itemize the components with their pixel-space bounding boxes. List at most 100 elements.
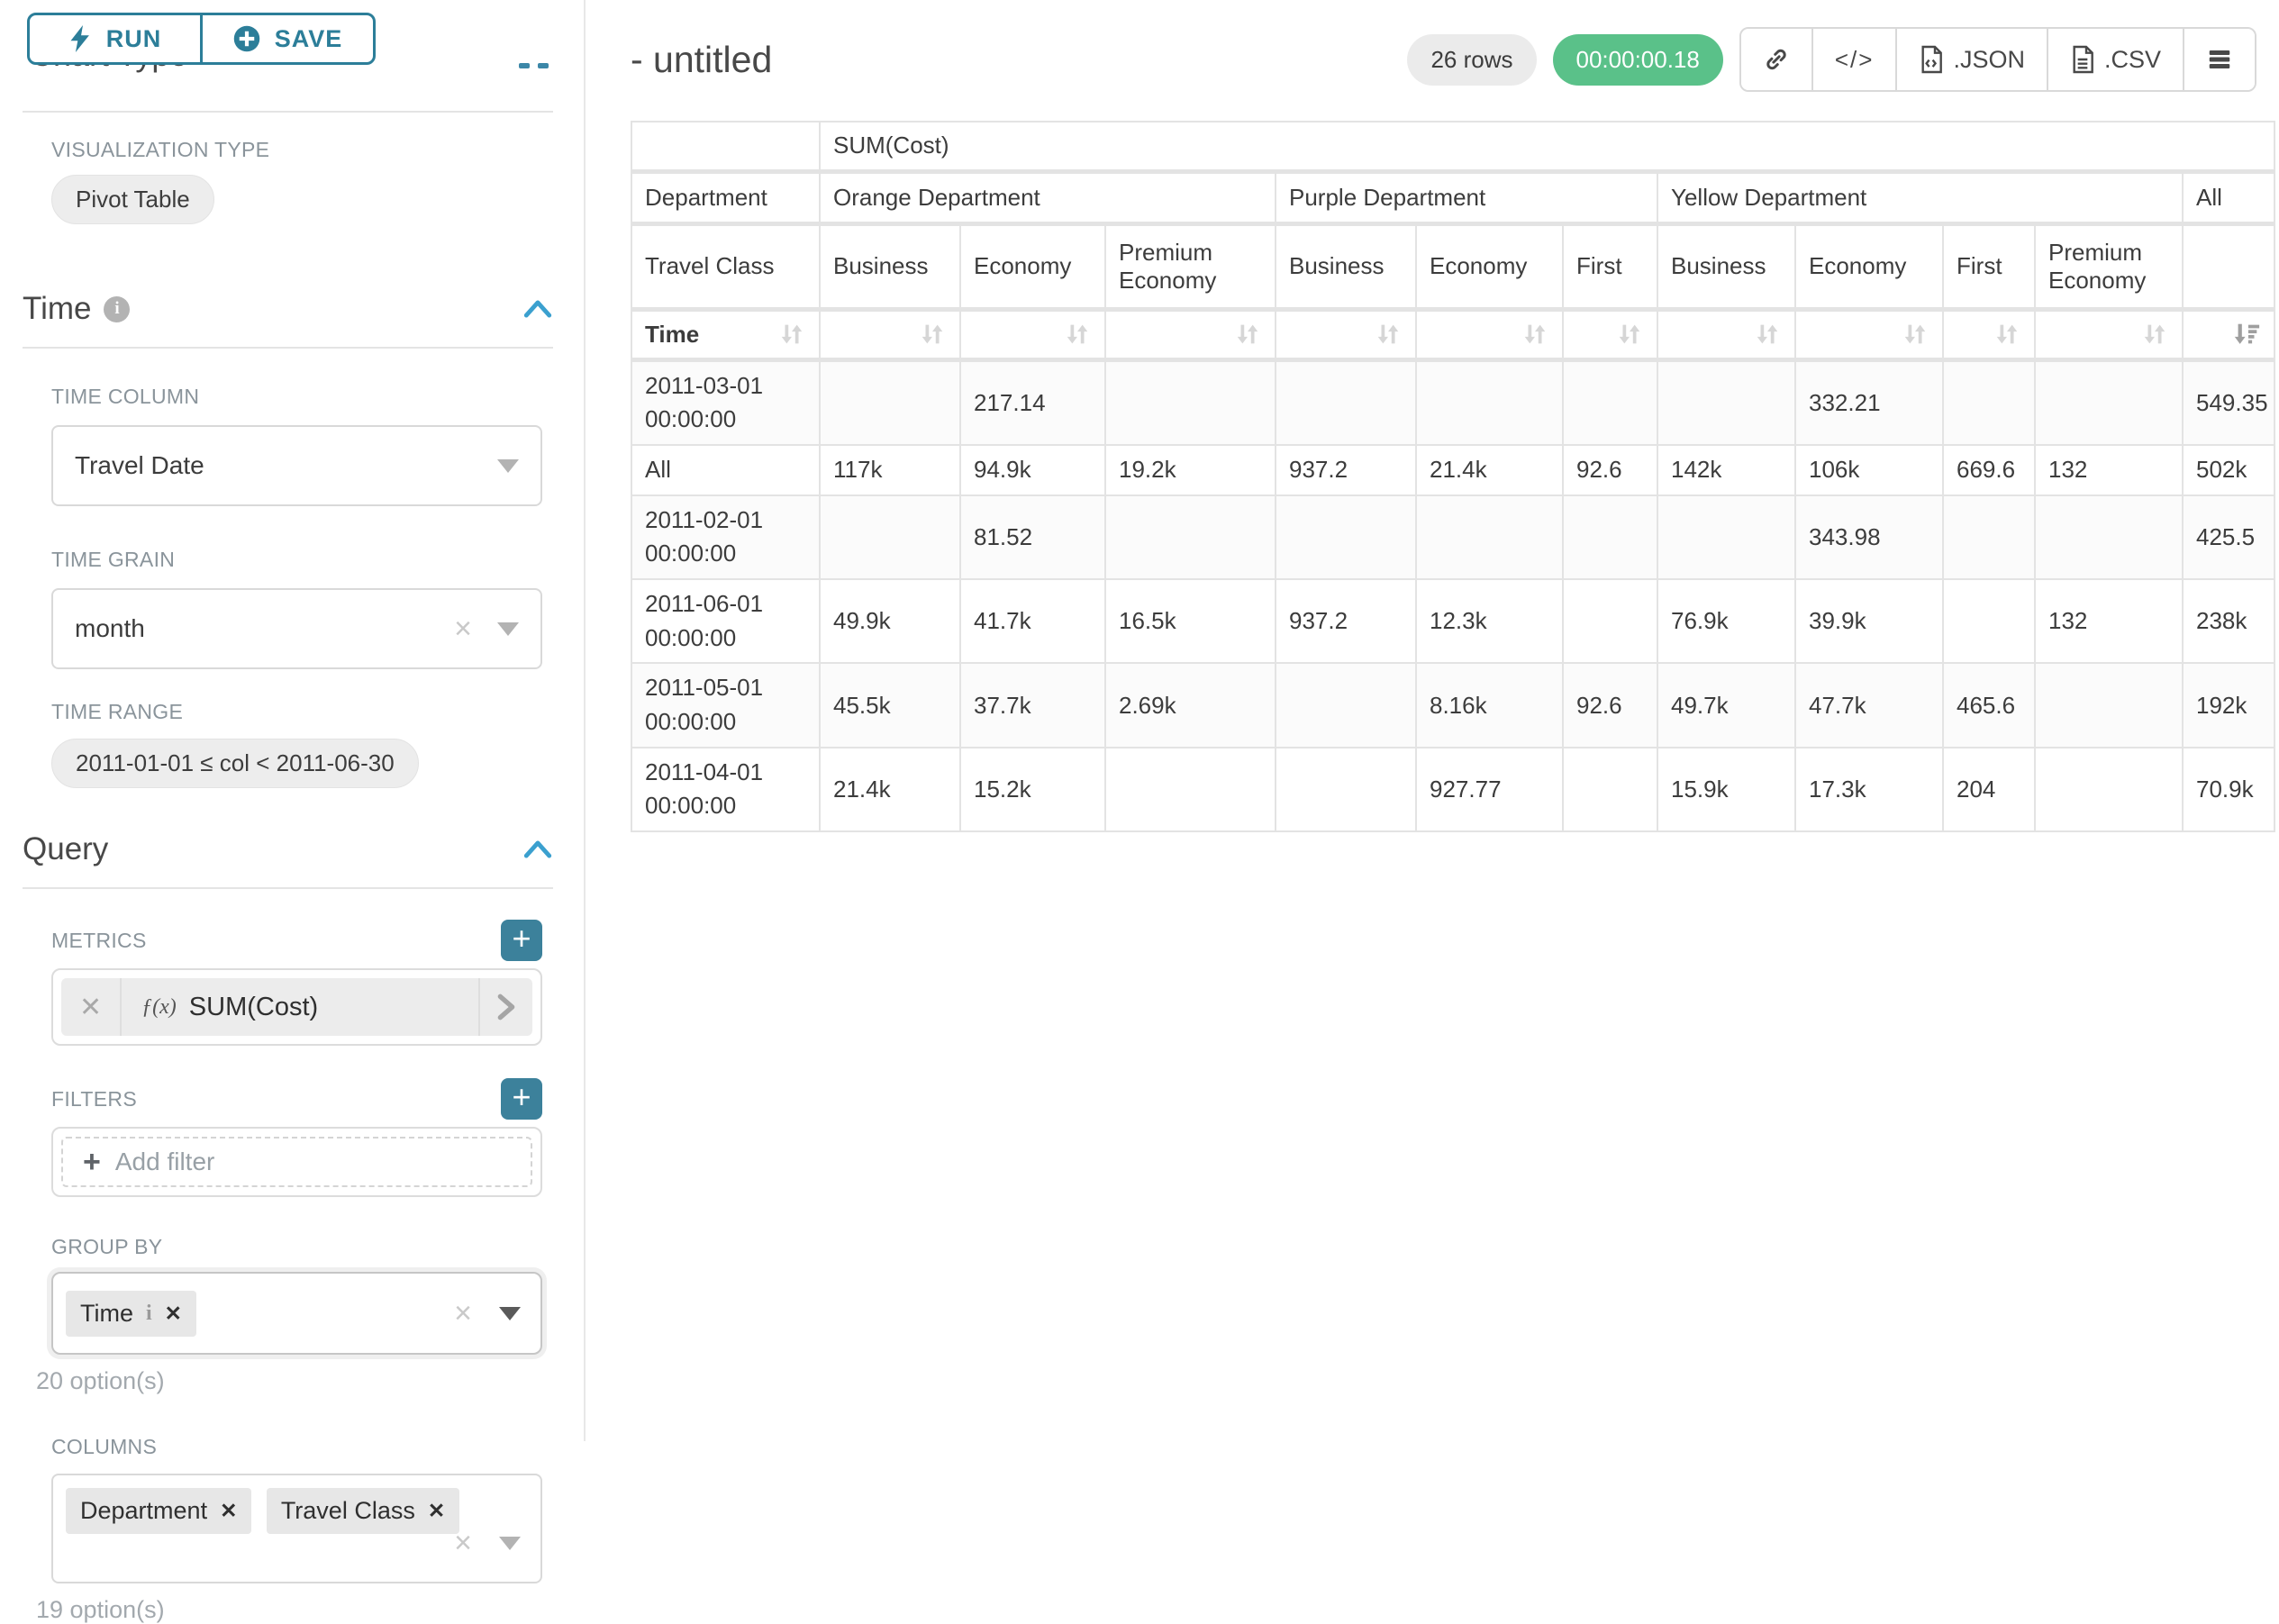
class-header: First (1563, 223, 1657, 309)
sort-column[interactable] (1795, 309, 1943, 359)
caret-down-icon[interactable] (497, 459, 519, 473)
pivot-cell: 332.21 (1795, 359, 1943, 445)
caret-down-icon[interactable] (497, 622, 519, 636)
row-label: 2011-06-0100:00:00 (631, 579, 820, 663)
pivot-cell: 21.4k (1416, 445, 1563, 495)
sort-column[interactable] (1416, 309, 1563, 359)
pivot-cell (820, 495, 960, 579)
divider (23, 887, 553, 889)
add-filter-plus-button[interactable]: + (501, 1078, 542, 1120)
columns-label: COLUMNS (51, 1435, 542, 1459)
sort-icon[interactable] (918, 320, 947, 349)
sort-column[interactable] (1657, 309, 1795, 359)
sort-icon[interactable] (777, 320, 806, 349)
pivot-cell: 937.2 (1276, 579, 1416, 663)
time-column-select[interactable]: Travel Date (51, 425, 542, 506)
clear-icon[interactable]: × (454, 1298, 472, 1329)
sort-icon[interactable] (1374, 320, 1403, 349)
file-csv-icon (2070, 45, 2095, 74)
share-link-button[interactable] (1741, 29, 1811, 90)
table-row: 2011-03-0100:00:00 217.14 332.21 549.35 (631, 359, 2274, 445)
sort-icon[interactable] (1233, 320, 1262, 349)
pivot-cell: 49.7k (1657, 663, 1795, 747)
divider (23, 111, 553, 113)
run-save-button-group: RUN SAVE (27, 13, 376, 65)
more-options-button[interactable] (2183, 29, 2255, 90)
class-header (2183, 223, 2274, 309)
chevron-up-icon[interactable] (522, 839, 553, 860)
sort-icon[interactable] (2140, 320, 2169, 349)
save-button[interactable]: SAVE (200, 13, 376, 65)
info-icon[interactable]: i (104, 296, 130, 322)
pivot-cell: 142k (1657, 445, 1795, 495)
sort-column[interactable] (2035, 309, 2183, 359)
sort-column[interactable] (1563, 309, 1657, 359)
row-label: 2011-02-0100:00:00 (631, 495, 820, 579)
run-button[interactable]: RUN (27, 13, 203, 65)
caret-down-icon[interactable] (499, 1537, 521, 1550)
clear-icon[interactable]: × (454, 1528, 472, 1558)
run-button-label: RUN (106, 25, 162, 53)
columns-select[interactable]: Department ✕ Travel Class ✕ × (51, 1474, 542, 1583)
add-filter-button[interactable]: + Add filter (61, 1137, 532, 1187)
sort-icon[interactable] (1615, 320, 1644, 349)
divider (23, 347, 553, 349)
remove-tag-icon[interactable]: ✕ (165, 1302, 182, 1326)
sort-icon[interactable] (1753, 320, 1782, 349)
time-sort-header[interactable]: Time (631, 309, 820, 359)
export-csv-label: .CSV (2104, 46, 2161, 74)
remove-metric-icon[interactable]: ✕ (61, 978, 122, 1036)
time-range-pill[interactable]: 2011-01-01 ≤ col < 2011-06-30 (51, 739, 419, 788)
table-row: 2011-05-0100:00:00 45.5k 37.7k 2.69k 8.1… (631, 663, 2274, 747)
export-button-group: </> .JSON .CSV (1739, 27, 2256, 92)
sort-column[interactable] (1276, 309, 1416, 359)
pivot-cell: 927.77 (1416, 748, 1563, 831)
sort-column[interactable] (960, 309, 1105, 359)
class-header: First (1943, 223, 2035, 309)
sort-column[interactable] (1105, 309, 1276, 359)
pivot-cell: 39.9k (1795, 579, 1943, 663)
pivot-cell: 132 (2035, 445, 2183, 495)
pivot-table-container: SUM(Cost) Department Orange Department P… (631, 121, 2256, 832)
time-grain-value: month (75, 614, 145, 643)
pivot-cell: 12.3k (1416, 579, 1563, 663)
lightning-icon (68, 25, 92, 52)
sort-column[interactable] (1943, 309, 2035, 359)
clear-icon[interactable]: × (454, 613, 472, 644)
pivot-cell (1943, 495, 2035, 579)
remove-tag-icon[interactable]: ✕ (428, 1499, 445, 1523)
metric-pill[interactable]: ✕ ƒ(x) SUM(Cost) (61, 978, 532, 1036)
sort-column-active[interactable] (2183, 309, 2274, 359)
visualization-type-pill[interactable]: Pivot Table (51, 175, 214, 224)
add-metric-button[interactable]: + (501, 920, 542, 961)
pivot-cell (820, 359, 960, 445)
pivot-cell (1276, 495, 1416, 579)
info-icon[interactable]: i (146, 1302, 152, 1326)
chevron-up-icon[interactable] (522, 298, 553, 320)
table-row: 2011-04-0100:00:00 21.4k 15.2k 927.77 15… (631, 748, 2274, 831)
control-panel-sidebar: Chart Type RUN SAVE VISUALIZATION TYPE P… (0, 0, 586, 1441)
columns-tag-travel-class: Travel Class ✕ (267, 1488, 459, 1534)
sort-icon[interactable] (1993, 320, 2021, 349)
pivot-table: SUM(Cost) Department Orange Department P… (631, 121, 2275, 832)
sort-icon[interactable] (1901, 320, 1929, 349)
sort-icon[interactable] (1063, 320, 1092, 349)
time-grain-select[interactable]: month × (51, 588, 542, 669)
chevron-right-icon[interactable] (478, 978, 532, 1036)
pivot-cell: 94.9k (960, 445, 1105, 495)
export-json-button[interactable]: .JSON (1895, 29, 2047, 90)
sort-descending-icon[interactable] (2232, 320, 2261, 349)
chart-title[interactable]: - untitled (631, 39, 772, 81)
group-by-select[interactable]: Time i ✕ × (51, 1272, 542, 1355)
class-header: Business (820, 223, 960, 309)
sort-column[interactable] (820, 309, 960, 359)
pivot-cell: 92.6 (1563, 663, 1657, 747)
sort-icon[interactable] (1521, 320, 1549, 349)
remove-tag-icon[interactable]: ✕ (220, 1499, 237, 1523)
export-csv-button[interactable]: .CSV (2047, 29, 2183, 90)
time-section-header: Time i (23, 291, 553, 327)
save-button-label: SAVE (275, 25, 343, 53)
plus-circle-icon (233, 25, 260, 52)
caret-down-icon[interactable] (499, 1307, 521, 1320)
view-query-button[interactable]: </> (1811, 29, 1896, 90)
